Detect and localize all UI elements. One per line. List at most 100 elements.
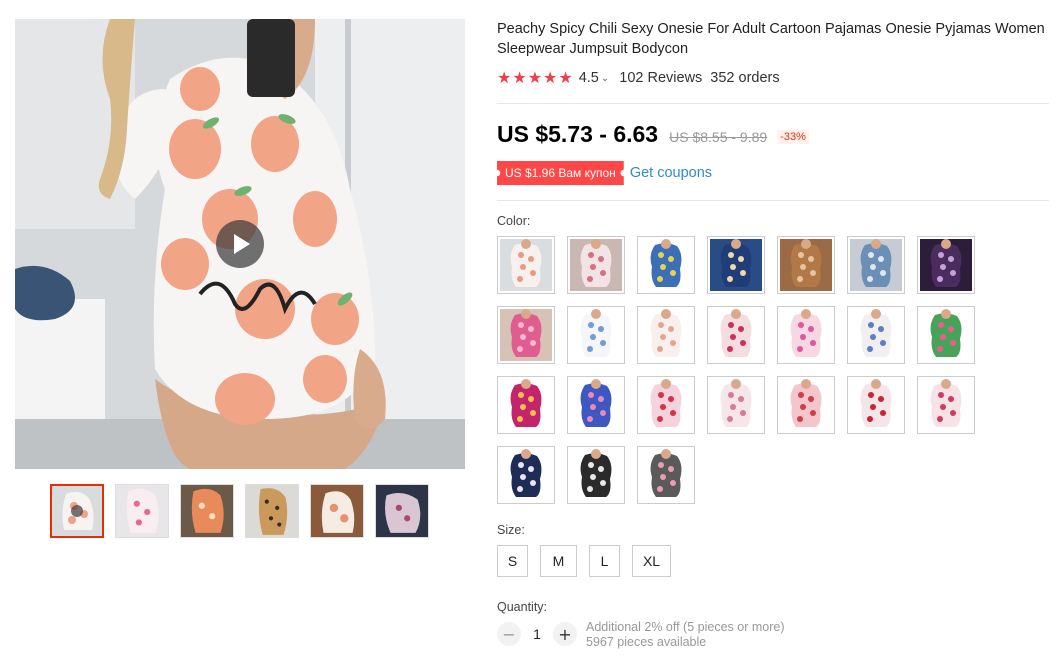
swatch-image [920, 239, 972, 291]
star-icon: ★ [512, 68, 527, 87]
discount-badge: -33% [777, 130, 809, 144]
thumbnail-pink-hearts[interactable] [115, 484, 169, 538]
swatch-image [500, 449, 552, 501]
size-options: S M L XL [497, 545, 1052, 577]
reviews-link[interactable]: 102 Reviews [619, 70, 702, 86]
divider [497, 103, 1049, 104]
main-product-image[interactable] [15, 19, 465, 469]
size-option-m[interactable]: M [540, 545, 577, 577]
color-swatch-pink-hearts[interactable] [777, 306, 835, 364]
current-price: US $5.73 - 6.63 [497, 121, 659, 147]
quantity-increase-button[interactable]: + [553, 622, 577, 646]
thumbnail-image [181, 485, 233, 537]
color-swatch-white-peach[interactable] [637, 306, 695, 364]
coupon-row: US $1.96 Вам купон Get coupons [497, 161, 1052, 185]
color-swatch-peach-white[interactable] [497, 236, 555, 294]
swatch-image [640, 309, 692, 361]
color-swatch-navy-pattern[interactable] [707, 236, 765, 294]
swatch-image [780, 309, 832, 361]
quantity-decrease-button[interactable]: − [497, 622, 521, 646]
divider [497, 200, 1049, 201]
quantity-input[interactable]: 1 [521, 620, 553, 648]
color-swatch-white-floral[interactable] [847, 306, 905, 364]
color-swatch-white-blue[interactable] [567, 306, 625, 364]
stock-available: 5967 pieces available [586, 635, 707, 649]
color-swatch-black-print[interactable] [567, 446, 625, 504]
swatch-image [500, 309, 552, 361]
size-option-l[interactable]: L [589, 545, 620, 577]
quantity-label: Quantity: [497, 600, 548, 614]
rating-stars: ★ ★ ★ ★ ★ [497, 70, 573, 86]
swatch-image [640, 379, 692, 431]
swatch-image [920, 309, 972, 361]
color-swatch-blue-pink[interactable] [567, 376, 625, 434]
color-swatch-grey-hearts[interactable] [637, 446, 695, 504]
quantity-stepper: − 1 + Additional 2% off (5 pieces or mor… [497, 620, 1052, 650]
thumbnail-leopard[interactable] [245, 484, 299, 538]
color-swatch-pink-strawberry[interactable] [777, 376, 835, 434]
rating-value[interactable]: 4.5 [579, 70, 599, 86]
product-title: Peachy Spicy Chili Sexy Onesie For Adult… [497, 21, 1045, 57]
swatch-image [920, 379, 972, 431]
swatch-image [710, 239, 762, 291]
color-swatch-pink-red[interactable] [637, 376, 695, 434]
play-video-button[interactable] [216, 220, 264, 268]
color-label: Color: [497, 214, 531, 228]
swatch-image [570, 239, 622, 291]
size-option-xl[interactable]: XL [632, 545, 671, 577]
size-label: Size: [497, 523, 525, 537]
swatch-image [500, 239, 552, 291]
orders-count: 352 orders [710, 70, 780, 86]
quantity-info: Additional 2% off (5 pieces or more) 596… [586, 620, 784, 650]
thumbnail-image [246, 485, 298, 537]
size-option-s[interactable]: S [497, 545, 528, 577]
chevron-down-icon[interactable]: ⌄ [601, 73, 609, 84]
star-icon: ★ [527, 68, 543, 87]
swatch-image [570, 449, 622, 501]
swatch-image [640, 449, 692, 501]
original-price: US $8.55 - 9.89 [669, 129, 768, 145]
thumbnail-dark-floral[interactable] [375, 484, 429, 538]
swatch-image [850, 239, 902, 291]
swatch-image [850, 379, 902, 431]
star-icon: ★ [558, 68, 573, 87]
thumbnail-image [52, 486, 102, 536]
swatch-image [780, 379, 832, 431]
color-swatch-brown-floral[interactable] [777, 236, 835, 294]
color-swatch-pink-print[interactable] [567, 236, 625, 294]
thumbnail-peach-white[interactable] [50, 484, 104, 538]
swatch-image [780, 239, 832, 291]
swatch-image [570, 379, 622, 431]
play-icon [234, 234, 250, 254]
thumbnail-image [311, 485, 363, 537]
color-swatch-blue-grey[interactable] [847, 236, 905, 294]
bulk-discount-note: Additional 2% off (5 pieces or more) [586, 620, 785, 634]
get-coupons-link[interactable]: Get coupons [630, 165, 712, 181]
color-swatch-navy-stars[interactable] [497, 446, 555, 504]
thumbnail-image [116, 485, 168, 537]
color-swatch-pink-lips[interactable] [707, 306, 765, 364]
rating-row: ★ ★ ★ ★ ★ 4.5 ⌄ 102 Reviews 352 orders [497, 68, 1052, 88]
star-icon: ★ [543, 68, 558, 87]
swatch-image [850, 309, 902, 361]
color-swatch-blue-floral[interactable] [637, 236, 695, 294]
color-swatch-purple-glitter[interactable] [917, 236, 975, 294]
color-swatch-white-pink[interactable] [707, 376, 765, 434]
thumbnail-peach-brown[interactable] [310, 484, 364, 538]
thumbnail-image [376, 485, 428, 537]
swatch-image [710, 309, 762, 361]
thumbnail-orange-pattern[interactable] [180, 484, 234, 538]
thumbnail-strip [50, 484, 429, 538]
swatch-image [500, 379, 552, 431]
color-swatch-red-lips[interactable] [847, 376, 905, 434]
swatch-image [710, 379, 762, 431]
color-swatch-green-pattern[interactable] [917, 306, 975, 364]
color-swatches [497, 236, 1052, 504]
color-swatch-magenta[interactable] [497, 376, 555, 434]
color-swatch-pink-lips-2[interactable] [917, 376, 975, 434]
coupon-badge[interactable]: US $1.96 Вам купон [497, 161, 624, 185]
price-row: US $5.73 - 6.63 US $8.55 - 9.89 -33% [497, 121, 1052, 151]
swatch-image [640, 239, 692, 291]
product-details: Peachy Spicy Chili Sexy Onesie For Adult… [497, 19, 1052, 650]
color-swatch-pink-donut[interactable] [497, 306, 555, 364]
